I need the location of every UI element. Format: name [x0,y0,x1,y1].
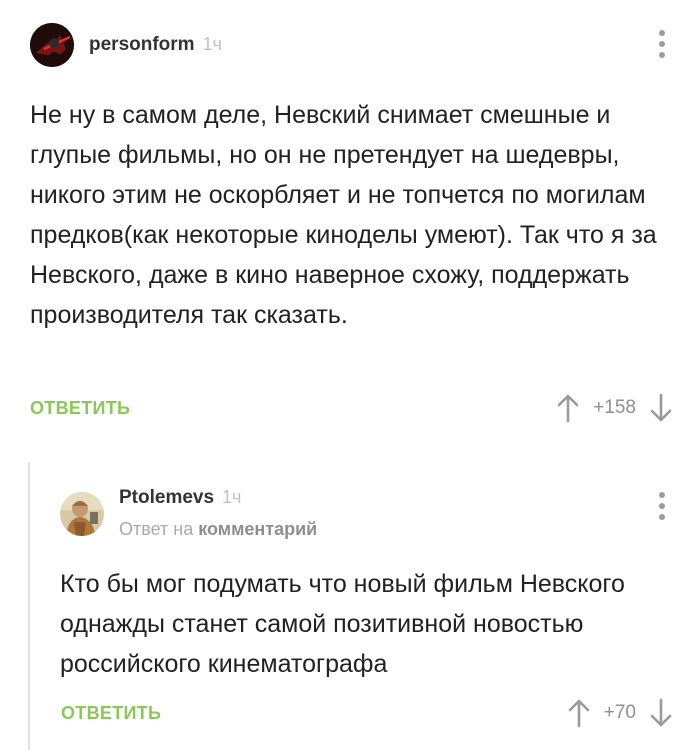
more-options-icon[interactable] [659,30,665,58]
downvote-arrow-icon[interactable] [650,698,672,728]
avatar[interactable] [30,23,74,67]
comment-personform: personform 1ч Не ну в самом деле, Невски… [0,0,700,440]
username[interactable]: Ptolemevs [119,487,214,509]
comment-meta: Ptolemevs 1ч Ответ на комментарий [119,487,317,540]
upvote-arrow-icon[interactable] [557,393,579,423]
comment-meta: personform 1ч [89,34,222,56]
upvote-arrow-icon[interactable] [568,698,590,728]
rating-count: +70 [603,702,636,723]
downvote-arrow-icon[interactable] [650,393,672,423]
reply-button[interactable]: ОТВЕТИТЬ [61,703,161,724]
comment-text: Кто бы мог подумать что новый фильм Невс… [60,570,625,678]
comment-header: Ptolemevs 1ч Ответ на комментарий [60,487,317,540]
timestamp: 1ч [202,34,222,54]
comment-text: Не ну в самом деле, Невский снимает смеш… [30,101,657,329]
username[interactable]: personform [89,34,195,56]
comment-header: personform 1ч [30,23,222,67]
avatar[interactable] [60,491,104,536]
vote-controls: +70 [568,698,672,728]
comment-ptolemevs: Ptolemevs 1ч Ответ на комментарий Кто бы… [28,462,700,750]
vote-controls: +158 [557,393,672,423]
more-options-icon[interactable] [659,492,665,520]
rating-count: +158 [593,397,636,418]
reply-button[interactable]: ОТВЕТИТЬ [30,398,130,419]
reply-to-link[interactable]: комментарий [198,519,317,539]
timestamp: 1ч [222,487,242,507]
reply-to-prefix: Ответ на [119,519,194,539]
reply-to-label: Ответ на комментарий [119,519,317,540]
